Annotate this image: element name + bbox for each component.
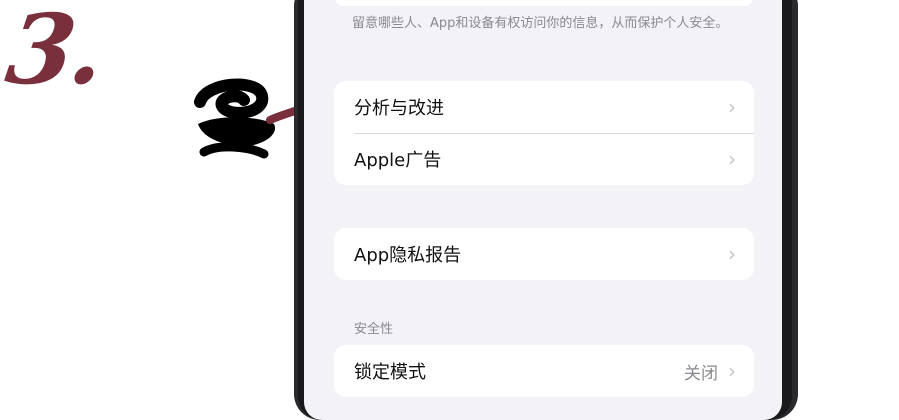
chevron-right-icon: › bbox=[728, 147, 736, 171]
privacy-report-group: App隐私报告 › bbox=[334, 228, 754, 280]
row-label: App隐私报告 bbox=[354, 245, 462, 266]
analytics-improvements-row[interactable]: 分析与改进 › bbox=[334, 81, 754, 133]
privacy-settings-screen: 留意哪些人、App和设备有权访问你的信息，从而保护个人安全。 分析与改进 › A… bbox=[304, 0, 782, 420]
analytics-ads-group: 分析与改进 › Apple广告 › bbox=[334, 81, 754, 185]
app-privacy-report-row[interactable]: App隐私报告 › bbox=[334, 228, 754, 280]
chevron-right-icon: › bbox=[728, 95, 736, 119]
previous-row-bottom[interactable] bbox=[334, 0, 754, 6]
lockdown-status-value: 关闭 bbox=[684, 363, 718, 384]
safety-check-footnote: 留意哪些人、App和设备有权访问你的信息，从而保护个人安全。 bbox=[352, 16, 729, 31]
security-group: 锁定模式 关闭 › bbox=[334, 345, 754, 397]
lockdown-mode-row[interactable]: 锁定模式 关闭 › bbox=[334, 345, 754, 397]
chevron-right-icon: › bbox=[728, 242, 736, 266]
row-label: 锁定模式 bbox=[354, 362, 426, 383]
apple-advertising-row[interactable]: Apple广告 › bbox=[334, 133, 754, 185]
row-label: 分析与改进 bbox=[354, 98, 444, 119]
step-number: 3. bbox=[0, 0, 109, 106]
row-label: Apple广告 bbox=[354, 150, 442, 171]
chevron-right-icon: › bbox=[728, 359, 736, 383]
security-section-header: 安全性 bbox=[354, 322, 394, 337]
